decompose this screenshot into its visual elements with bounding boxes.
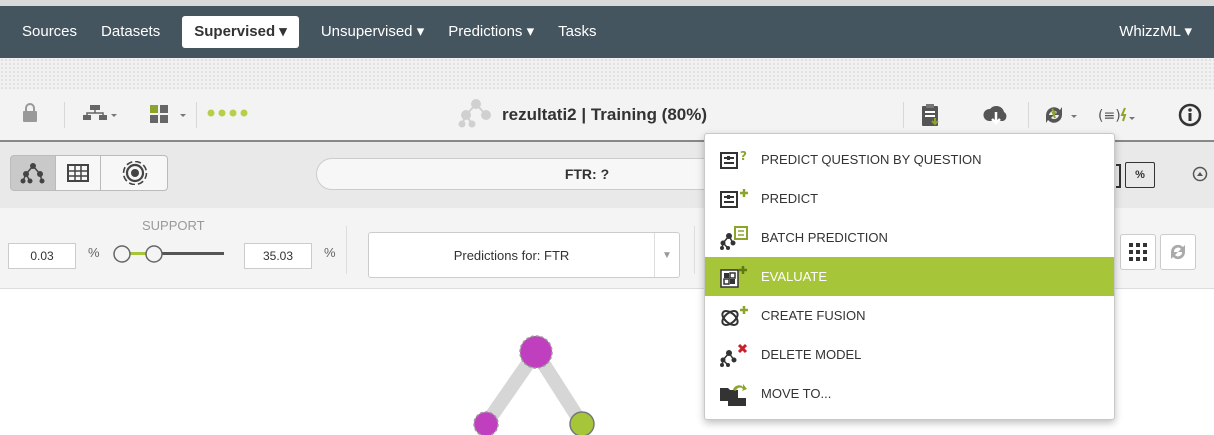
model-icon	[458, 98, 494, 133]
nav-supervised[interactable]: Supervised ▾	[182, 16, 299, 48]
info-icon[interactable]	[1178, 103, 1202, 127]
menu-item-label: EVALUATE	[761, 269, 827, 284]
svg-text:(≡): (≡)	[1098, 108, 1121, 124]
delete-model-icon	[719, 343, 753, 367]
separator	[64, 102, 65, 128]
main-navbar: Sources Datasets Supervised ▾ Unsupervis…	[0, 6, 1214, 58]
predictions-select-label: Predictions for: FTR	[453, 247, 570, 263]
menu-item-label: PREDICT	[761, 191, 819, 206]
support-label: SUPPORT	[142, 218, 205, 233]
cloud-download-icon[interactable]	[982, 103, 1010, 127]
menu-item-label: DELETE MODEL	[761, 347, 862, 362]
refresh-button[interactable]	[1160, 234, 1196, 270]
nav-sources[interactable]: Sources	[10, 16, 89, 48]
support-min-input[interactable]: 0.03	[8, 243, 76, 269]
sunburst-view-button[interactable]	[100, 155, 168, 191]
separator	[694, 226, 695, 274]
evaluate-icon	[719, 265, 753, 289]
clipboard-download-icon[interactable]	[920, 103, 942, 127]
chevron-down-icon: ▼	[654, 233, 679, 277]
table-view-button[interactable]	[55, 155, 101, 191]
menu-item-predict-question[interactable]: ? PREDICT QUESTION BY QUESTION	[705, 140, 1114, 179]
decision-tree-canvas[interactable]	[440, 320, 620, 435]
tree-right-node[interactable]	[569, 411, 595, 435]
separator	[1028, 102, 1029, 128]
support-slider[interactable]	[108, 242, 226, 271]
move-icon	[719, 382, 753, 406]
resource-title-text: rezultati2 | Training (80%)	[502, 105, 708, 124]
actions-dropdown-menu: ? PREDICT QUESTION BY QUESTION PREDICT B…	[704, 133, 1115, 420]
nav-tasks[interactable]: Tasks	[546, 16, 608, 48]
menu-item-batch-prediction[interactable]: BATCH PREDICTION	[705, 218, 1114, 257]
formula-icon[interactable]: (≡)	[1098, 103, 1136, 127]
tree-root-node[interactable]	[519, 335, 553, 369]
nav-unsupervised[interactable]: Unsupervised ▾	[309, 16, 436, 48]
menu-item-label: CREATE FUSION	[761, 308, 866, 323]
percent-label: %	[88, 245, 100, 260]
separator	[196, 102, 197, 128]
menu-item-label: BATCH PREDICTION	[761, 230, 888, 245]
menu-item-label: MOVE TO...	[761, 386, 832, 401]
resource-title: rezultati2 | Training (80%)	[458, 98, 708, 133]
nav-predictions[interactable]: Predictions ▾	[436, 16, 546, 48]
percent-label: %	[324, 245, 336, 260]
menu-item-predict[interactable]: PREDICT	[705, 179, 1114, 218]
menu-item-label: PREDICT QUESTION BY QUESTION	[761, 152, 982, 167]
nav-datasets[interactable]: Datasets	[89, 16, 172, 48]
menu-item-create-fusion[interactable]: CREATE FUSION	[705, 296, 1114, 335]
nav-whizzml[interactable]: WhizzML ▾	[1107, 16, 1204, 48]
status-dots-icon	[206, 103, 254, 127]
fusion-icon	[719, 304, 753, 328]
predictions-select[interactable]: Predictions for: FTR ▼	[368, 232, 680, 278]
predict-icon	[719, 187, 753, 211]
svg-text:?: ?	[740, 149, 747, 163]
actions-menu-icon[interactable]	[1040, 103, 1080, 127]
menu-item-delete-model[interactable]: DELETE MODEL	[705, 335, 1114, 374]
menu-item-move-to[interactable]: MOVE TO...	[705, 374, 1114, 413]
batch-prediction-icon	[719, 225, 753, 250]
tree-view-button[interactable]	[10, 155, 56, 191]
separator	[346, 226, 347, 274]
tree-left-node[interactable]	[473, 411, 499, 435]
bracket-icon	[1116, 164, 1121, 188]
predict-question-icon: ?	[719, 148, 753, 172]
collapse-icon[interactable]	[1192, 166, 1208, 187]
dataset-icon[interactable]	[148, 103, 188, 127]
menu-item-evaluate[interactable]: EVALUATE	[705, 257, 1114, 296]
lock-icon[interactable]	[22, 103, 38, 127]
support-max-input[interactable]: 35.03	[244, 243, 312, 269]
percent-view-icon[interactable]: %	[1125, 162, 1155, 188]
grid-view-button[interactable]	[1120, 234, 1156, 270]
model-tree-icon[interactable]	[82, 103, 118, 127]
pattern-band	[0, 58, 1214, 90]
separator	[903, 102, 904, 128]
